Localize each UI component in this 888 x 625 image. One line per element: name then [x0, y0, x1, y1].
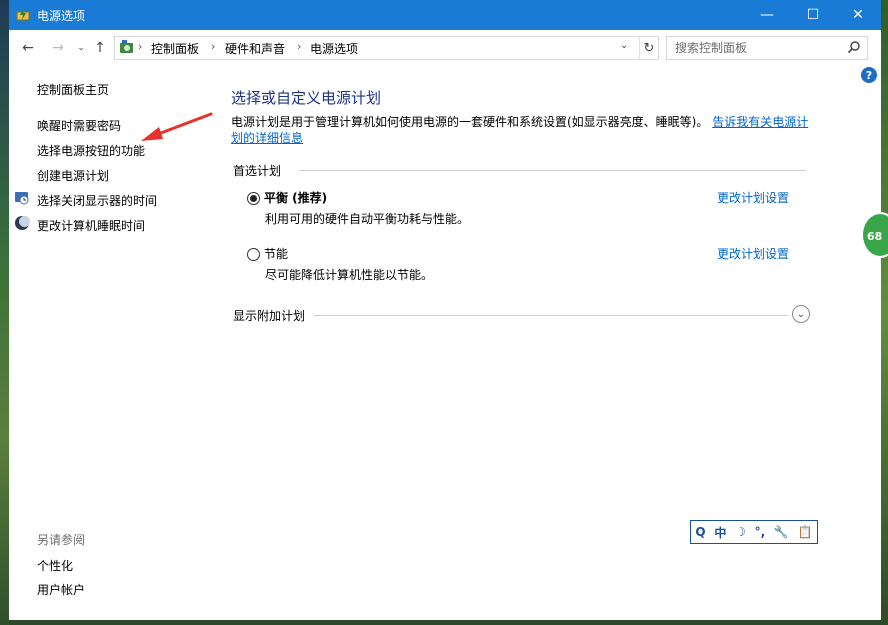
plan-balanced-radio[interactable] [247, 192, 260, 205]
red-arrow-annotation-icon [141, 112, 213, 141]
see-also-personalization[interactable]: 个性化 [37, 557, 73, 574]
sidebar-item-require-password[interactable]: 唤醒时需要密码 [37, 117, 121, 134]
refresh-button[interactable]: ↻ [639, 37, 658, 59]
preferred-plans-heading: 首选计划 [233, 164, 282, 178]
plan-power-saver-description: 尽可能降低计算机性能以节能。 [265, 268, 434, 282]
window-title: 电源选项 [37, 9, 86, 23]
power-options-window: 电源选项 — ☐ ✕ ← → ⌄ ↑ › 控制面板 › 硬件和声音 › 电源选项… [9, 0, 881, 620]
power-options-icon [16, 9, 30, 21]
sidebar-home-link[interactable]: 控制面板主页 [37, 81, 109, 98]
plan-power-saver-radio[interactable] [247, 248, 260, 261]
sidebar-item-power-button[interactable]: 选择电源按钮的功能 [37, 142, 145, 159]
maximize-button[interactable]: ☐ [790, 0, 836, 30]
plan-balanced-name[interactable]: 平衡 (推荐) [264, 189, 327, 206]
show-more-plans-label[interactable]: 显示附加计划 [233, 307, 305, 324]
breadcrumb-separator-icon: › [297, 40, 302, 53]
page-title: 选择或自定义电源计划 [231, 89, 382, 107]
search-icon[interactable] [847, 40, 861, 54]
plan-power-saver-settings-link[interactable]: 更改计划设置 [717, 245, 789, 262]
monitor-clock-icon [15, 192, 29, 205]
chevron-down-icon: ⌄ [77, 43, 85, 53]
minimize-icon: — [760, 7, 774, 23]
badge-value: 68 [867, 230, 883, 243]
address-input[interactable]: › 控制面板 › 硬件和声音 › 电源选项 ⌄ ↻ [114, 36, 659, 60]
minimize-button[interactable]: — [744, 0, 790, 30]
address-dropdown-icon[interactable]: ⌄ [620, 40, 628, 51]
breadcrumb-separator-icon: › [211, 40, 216, 53]
breadcrumb-hardware-sound[interactable]: 硬件和声音 [225, 40, 285, 57]
maximize-icon: ☐ [806, 7, 820, 23]
plan-power-saver-name[interactable]: 节能 [264, 245, 288, 262]
divider [314, 315, 788, 316]
arrow-up-icon: ↑ [94, 40, 106, 56]
see-also-heading: 另请参阅 [37, 533, 86, 547]
divider [299, 170, 806, 171]
refresh-icon: ↻ [643, 40, 655, 56]
arrow-left-icon: ← [22, 40, 34, 56]
moon-icon [15, 216, 30, 230]
chevron-down-icon: ⌄ [796, 308, 806, 320]
desktop-background-left [0, 0, 9, 625]
title-bar[interactable]: 电源选项 — ☐ ✕ [9, 0, 881, 30]
search-box[interactable] [666, 36, 868, 60]
sidebar-item-create-plan[interactable]: 创建电源计划 [37, 167, 109, 184]
ime-chinese-mode-icon[interactable]: 中 [714, 524, 726, 541]
control-panel-icon [120, 40, 133, 53]
ime-punctuation-icon[interactable]: °, [755, 525, 766, 539]
sidebar-item-display-off-time[interactable]: 选择关闭显示器的时间 [37, 192, 157, 209]
close-icon: ✕ [852, 7, 864, 23]
up-button[interactable]: ↑ [91, 39, 109, 57]
ime-toolbar[interactable]: Q 中 ☽ °, 🔧 📋 [690, 520, 818, 544]
help-icon[interactable]: ? [861, 67, 877, 83]
description-text: 电源计划是用于管理计算机如何使用电源的一套硬件和系统设置(如显示器亮度、睡眠等)… [231, 115, 709, 129]
page-description: 电源计划是用于管理计算机如何使用电源的一套硬件和系统设置(如显示器亮度、睡眠等)… [231, 114, 811, 146]
plan-balanced-description: 利用可用的硬件自动平衡功耗与性能。 [265, 212, 470, 226]
forward-button[interactable]: → [49, 39, 67, 57]
sidebar-item-sleep-time[interactable]: 更改计算机睡眠时间 [37, 217, 145, 234]
ime-clipboard-icon[interactable]: 📋 [798, 525, 813, 539]
see-also-user-accounts[interactable]: 用户帐户 [37, 581, 85, 598]
ime-search-icon[interactable]: Q [695, 525, 705, 539]
breadcrumb-separator-icon: › [138, 40, 143, 53]
close-button[interactable]: ✕ [835, 0, 881, 30]
ime-wrench-icon[interactable]: 🔧 [774, 525, 789, 539]
ime-moon-icon[interactable]: ☽ [735, 525, 746, 539]
plan-balanced-settings-link[interactable]: 更改计划设置 [717, 189, 789, 206]
expand-more-plans-button[interactable]: ⌄ [792, 305, 810, 323]
search-input[interactable] [667, 37, 847, 59]
arrow-right-icon: → [52, 40, 64, 56]
breadcrumb-control-panel[interactable]: 控制面板 [151, 40, 199, 57]
recent-locations-button[interactable]: ⌄ [72, 39, 90, 57]
desktop-background-right [881, 0, 888, 625]
breadcrumb-power-options[interactable]: 电源选项 [310, 40, 358, 57]
address-bar-area: ← → ⌄ ↑ › 控制面板 › 硬件和声音 › 电源选项 ⌄ ↻ [9, 30, 881, 64]
back-button[interactable]: ← [19, 39, 37, 57]
